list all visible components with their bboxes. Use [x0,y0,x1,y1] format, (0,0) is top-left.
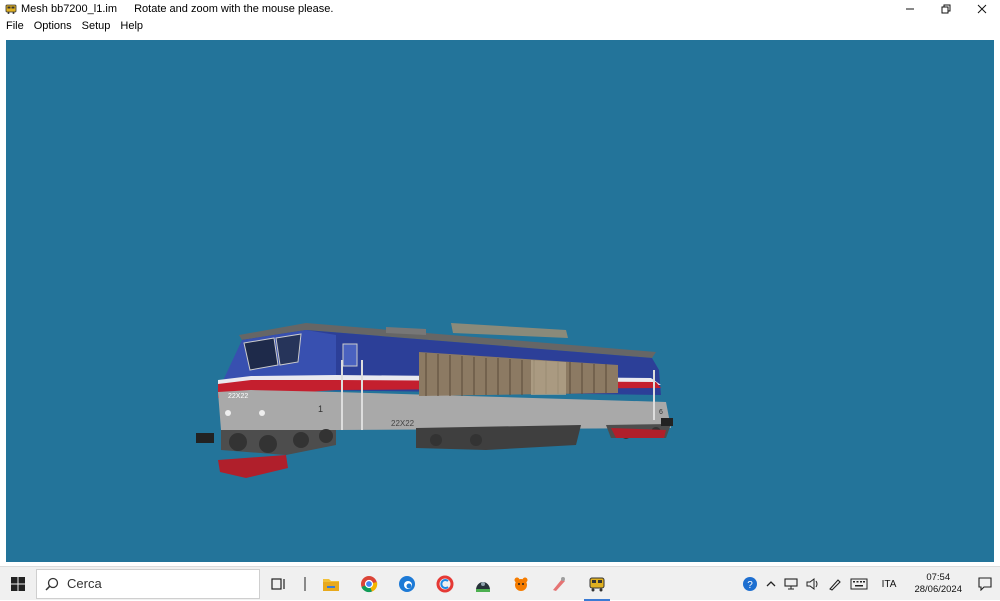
restore-icon [941,4,951,14]
file-explorer-button[interactable] [312,567,350,601]
cab-door-window [342,343,358,367]
help-tray-button[interactable]: ? [742,576,758,592]
train-viewer-button[interactable] [578,567,616,601]
svg-text:?: ? [747,580,753,591]
close-button[interactable] [964,0,1000,18]
app-train-icon [5,4,17,14]
front-number: 22X22 [228,393,248,400]
network-icon [784,578,798,590]
side-number: 22X22 [391,419,415,428]
menu-file[interactable]: File [6,20,24,32]
notifications-button[interactable] [970,577,1000,591]
pen-tray-button[interactable] [828,577,842,591]
train-icon [589,577,605,591]
search-icon [45,577,59,591]
cab-number: 1 [318,404,323,414]
ccleaner-icon [436,575,454,592]
chevron-up-icon [766,581,776,587]
minimize-icon [906,8,914,10]
clock-date: 28/06/2024 [914,584,962,595]
help-icon: ? [742,577,757,591]
network-tray-button[interactable] [784,578,798,590]
ccleaner-button[interactable] [426,567,464,601]
app-dome-button[interactable] [464,567,502,601]
tool-icon [553,576,565,591]
window-title: Mesh bb7200_l1.im [21,3,118,15]
cab-window-left [243,337,279,371]
front-buffer [196,433,214,443]
menu-help[interactable]: Help [120,20,143,32]
taskbar-search[interactable]: Cerca [36,568,260,599]
tray-overflow-button[interactable] [766,579,776,589]
menu-setup[interactable]: Setup [82,20,111,32]
volume-tray-button[interactable] [806,578,820,590]
language-indicator[interactable]: ITA [882,579,897,590]
menu-options[interactable]: Options [34,20,72,32]
start-button[interactable] [0,567,36,601]
window-titlebar[interactable]: Mesh bb7200_l1.im Rotate and zoom with t… [0,0,1000,18]
edge-icon [399,575,415,592]
animal-icon [514,577,528,591]
task-view-button[interactable] [260,567,298,601]
folder-icon [323,578,339,591]
3d-viewport[interactable]: 22X22 1 22X22 6 [6,40,994,562]
rear-number: 6 [659,409,663,416]
roof-equipment [451,323,568,338]
pen-icon [828,579,841,591]
keyboard-icon [850,578,868,590]
chrome-button[interactable] [350,567,388,601]
search-placeholder: Cerca [67,576,102,591]
minimize-button[interactable] [892,0,928,18]
taskbar: Cerca ? ITA 07:54 28/06/2024 [0,566,1000,601]
edge-button[interactable] [388,567,426,601]
app-tool-button[interactable] [540,567,578,601]
notification-icon [978,577,992,591]
close-icon [977,4,987,14]
keyboard-tray-button[interactable] [850,578,868,590]
front-spoiler [218,455,288,478]
speaker-icon [806,578,818,590]
clock[interactable]: 07:54 28/06/2024 [914,572,962,596]
taskbar-divider [298,567,312,601]
dome-icon [476,581,490,592]
app-animal-button[interactable] [502,567,540,601]
system-tray: ? ITA 07:54 28/06/2024 [738,567,1000,601]
task-view-icon [271,577,285,590]
clock-time: 07:54 [926,572,951,583]
cab-window-right [275,333,302,366]
menu-bar: File Options Setup Help [0,18,1000,34]
locomotive-model: 22X22 1 22X22 6 [196,323,673,478]
chrome-icon [361,575,378,592]
windows-logo-icon [11,576,25,591]
window-hint: Rotate and zoom with the mouse please. [134,3,334,15]
restore-button[interactable] [928,0,964,18]
